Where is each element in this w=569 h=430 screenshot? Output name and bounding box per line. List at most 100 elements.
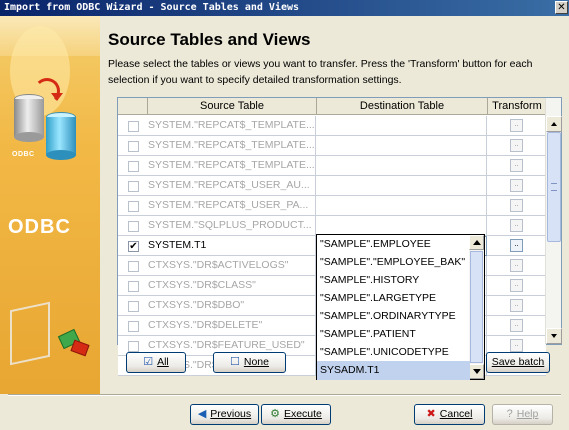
destination-table-cell[interactable] <box>317 176 487 196</box>
transfer-arrow-icon <box>34 78 63 104</box>
transform-cell: .. <box>488 296 546 316</box>
destination-table-cell[interactable] <box>317 116 487 136</box>
help-icon: ? <box>506 408 513 420</box>
select-none-icon: ☐ <box>230 356 240 368</box>
header-source-table[interactable]: Source Table <box>148 98 317 115</box>
page-title: Source Tables and Views <box>108 30 311 49</box>
row-checkbox[interactable] <box>128 221 139 232</box>
dropdown-option[interactable]: "SAMPLE"."EMPLOYEE_BAK" <box>317 253 470 272</box>
help-button[interactable]: ? Help <box>492 404 553 425</box>
source-table-cell[interactable]: CTXSYS."DR$CLASS" <box>148 276 316 296</box>
cancel-button[interactable]: ✖ Cancel <box>414 404 485 425</box>
transform-cell: .. <box>488 316 546 336</box>
transform-cell: .. <box>488 156 546 176</box>
header-transform[interactable]: Transform <box>488 98 546 115</box>
close-icon[interactable]: ✕ <box>555 1 568 14</box>
table-row[interactable]: SYSTEM."REPCAT$_USER_PA..... <box>118 196 546 216</box>
table-row[interactable]: SYSTEM."REPCAT$_TEMPLATE..... <box>118 116 546 136</box>
transform-button[interactable]: .. <box>510 139 523 152</box>
scroll-down-icon[interactable] <box>546 328 562 344</box>
transform-cell: .. <box>488 256 546 276</box>
transform-button[interactable]: .. <box>510 339 523 352</box>
table-row[interactable]: SYSTEM."REPCAT$_TEMPLATE..... <box>118 136 546 156</box>
dropdown-scroll-up-icon[interactable] <box>469 235 484 250</box>
transform-button[interactable]: .. <box>510 119 523 132</box>
save-batch-button[interactable]: Save batch <box>486 352 550 373</box>
source-table-cell[interactable]: CTXSYS."DR$DBO" <box>148 296 316 316</box>
source-table-cell[interactable]: SYSTEM."REPCAT$_TEMPLATE... <box>148 136 316 156</box>
table-row[interactable]: SYSTEM."REPCAT$_TEMPLATE..... <box>118 156 546 176</box>
dropdown-option[interactable]: "SAMPLE".LARGETYPE <box>317 289 470 308</box>
scroll-up-icon[interactable] <box>546 116 562 132</box>
row-checkbox[interactable] <box>128 321 139 332</box>
dropdown-option[interactable]: "SAMPLE".ORDINARYTYPE <box>317 307 470 326</box>
dropdown-scroll-thumb[interactable] <box>470 251 483 363</box>
header-check-column <box>118 98 148 115</box>
transform-button[interactable]: .. <box>510 179 523 192</box>
odbc-small-label: ODBC <box>12 151 35 158</box>
transform-cell: .. <box>488 136 546 156</box>
source-table-cell[interactable]: SYSTEM."REPCAT$_USER_AU... <box>148 176 316 196</box>
row-checkbox[interactable] <box>128 281 139 292</box>
transform-button[interactable]: .. <box>510 279 523 292</box>
source-table-cell[interactable]: SYSTEM.T1 <box>148 236 316 256</box>
dropdown-option[interactable]: SYSADM.T1 <box>317 361 470 380</box>
dropdown-option[interactable]: "SAMPLE".HISTORY <box>317 271 470 290</box>
previous-label: Previous <box>210 408 252 420</box>
execute-button[interactable]: ⚙ Execute <box>261 404 331 425</box>
grid-vertical-scrollbar[interactable] <box>545 98 562 344</box>
dropdown-scrollbar[interactable] <box>469 235 484 379</box>
select-all-button[interactable]: ☑ All <box>126 352 186 373</box>
row-checkbox[interactable] <box>128 261 139 272</box>
destination-table-cell[interactable] <box>317 156 487 176</box>
destination-table-cell[interactable] <box>317 196 487 216</box>
select-none-label: None <box>243 356 269 368</box>
source-table-cell[interactable]: SYSTEM."REPCAT$_TEMPLATE... <box>148 156 316 176</box>
transform-button[interactable]: .. <box>510 239 523 252</box>
wireframe-cube-icon <box>10 301 50 366</box>
grid-header: Source Table Destination Table Transform <box>118 98 546 115</box>
transform-cell: .. <box>488 236 546 256</box>
destination-dropdown-list[interactable]: "SAMPLE".EMPLOYEE "SAMPLE"."EMPLOYEE_BAK"… <box>316 234 485 380</box>
blue-database-icon <box>46 112 76 160</box>
row-checkbox[interactable] <box>128 161 139 172</box>
previous-button[interactable]: ◀ Previous <box>190 404 259 425</box>
row-checkbox[interactable] <box>128 121 139 132</box>
destination-table-cell[interactable] <box>317 216 487 236</box>
execute-label: Execute <box>283 408 322 420</box>
row-checkbox[interactable] <box>128 341 139 352</box>
row-checkbox[interactable] <box>128 201 139 212</box>
row-checkbox[interactable]: ✔ <box>128 241 139 252</box>
row-checkbox[interactable] <box>128 141 139 152</box>
transform-cell: .. <box>488 276 546 296</box>
dropdown-option[interactable]: "SAMPLE".PATIENT <box>317 325 470 344</box>
dropdown-option[interactable]: "SAMPLE".UNICODETYPE <box>317 343 470 362</box>
dropdown-option[interactable]: "SAMPLE".EMPLOYEE <box>317 235 470 254</box>
transform-button[interactable]: .. <box>510 319 523 332</box>
row-checkbox[interactable] <box>128 181 139 192</box>
transform-button[interactable]: .. <box>510 219 523 232</box>
odbc-logo: ODBC <box>8 216 71 238</box>
header-destination-table[interactable]: Destination Table <box>317 98 488 115</box>
row-checkbox[interactable] <box>128 301 139 312</box>
destination-table-cell[interactable] <box>317 136 487 156</box>
select-all-label: All <box>157 356 169 368</box>
table-row[interactable]: SYSTEM."REPCAT$_USER_AU..... <box>118 176 546 196</box>
select-none-button[interactable]: ☐ None <box>213 352 286 373</box>
source-table-cell[interactable]: SYSTEM."SQLPLUS_PRODUCT... <box>148 216 316 236</box>
select-all-icon: ☑ <box>143 356 154 368</box>
table-row[interactable]: SYSTEM."SQLPLUS_PRODUCT..... <box>118 216 546 236</box>
transform-button[interactable]: .. <box>510 199 523 212</box>
source-table-cell[interactable]: CTXSYS."DR$DELETE" <box>148 316 316 336</box>
source-table-cell[interactable]: CTXSYS."DR$ACTIVELOGS" <box>148 256 316 276</box>
cancel-x-icon: ✖ <box>426 408 436 420</box>
execute-icon: ⚙ <box>270 408 280 420</box>
dropdown-scroll-down-icon[interactable] <box>469 364 484 379</box>
wizard-side-banner: ODBC ODBC <box>0 16 100 394</box>
transform-button[interactable]: .. <box>510 159 523 172</box>
source-table-cell[interactable]: SYSTEM."REPCAT$_TEMPLATE... <box>148 116 316 136</box>
transform-button[interactable]: .. <box>510 299 523 312</box>
scroll-thumb[interactable] <box>547 132 561 242</box>
source-table-cell[interactable]: SYSTEM."REPCAT$_USER_PA... <box>148 196 316 216</box>
transform-button[interactable]: .. <box>510 259 523 272</box>
